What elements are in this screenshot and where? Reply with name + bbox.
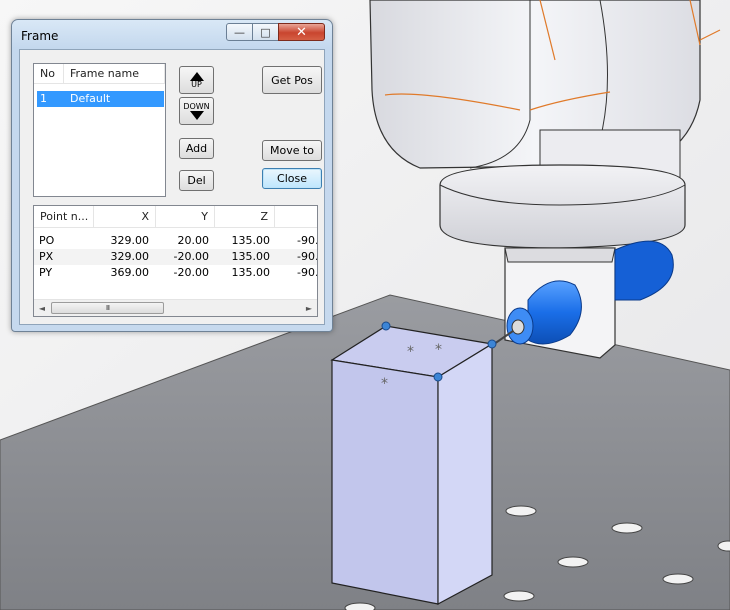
point-y: -20.00 — [173, 250, 209, 263]
column-header-frame-name[interactable]: Frame name — [64, 64, 165, 84]
column-header-point-name[interactable]: Point n... — [34, 206, 94, 228]
point-extra: -90. — [297, 266, 318, 279]
point-x: 369.00 — [110, 266, 150, 279]
frame-name: Default — [70, 92, 111, 105]
point-x: 329.00 — [110, 250, 150, 263]
move-up-button[interactable]: UP — [179, 66, 214, 94]
move-down-button[interactable]: DOWN — [179, 97, 214, 125]
point-name: PX — [39, 250, 54, 263]
point-extra: -90. — [297, 234, 318, 247]
del-button[interactable]: Del — [179, 170, 214, 191]
frame-dialog: Frame — □ ✕ No Frame name 1 Default UP D… — [11, 19, 333, 332]
maximize-button[interactable]: □ — [252, 23, 279, 41]
table-row[interactable]: PY 369.00 -20.00 135.00 -90. — [34, 265, 317, 281]
table-row[interactable]: PO 329.00 20.00 135.00 -90. — [34, 233, 317, 249]
get-pos-button[interactable]: Get Pos — [262, 66, 322, 94]
point-x: 329.00 — [110, 234, 150, 247]
point-extra: -90. — [297, 250, 318, 263]
arrow-down-icon — [189, 110, 204, 120]
list-item[interactable]: 1 Default — [37, 91, 164, 107]
column-header-y[interactable]: Y — [156, 206, 215, 228]
workpiece-block: * * * — [330, 325, 494, 606]
column-header-x[interactable]: X — [94, 206, 156, 228]
up-label: UP — [191, 79, 202, 89]
close-icon: ✕ — [296, 24, 307, 40]
point-table[interactable]: Point n... X Y Z PO 329.00 20.00 135.00 … — [33, 205, 318, 317]
frame-no: 1 — [40, 92, 47, 105]
table-row[interactable]: PX 329.00 -20.00 135.00 -90. — [34, 249, 317, 265]
point-z: 135.00 — [231, 234, 271, 247]
point-z: 135.00 — [231, 250, 271, 263]
column-header-extra[interactable] — [275, 206, 317, 228]
scroll-right-icon[interactable]: ► — [301, 300, 317, 316]
point-y: -20.00 — [173, 266, 209, 279]
frame-list[interactable]: No Frame name 1 Default — [33, 63, 166, 197]
point-name: PO — [39, 234, 55, 247]
maximize-icon: □ — [260, 25, 271, 39]
dialog-client-area: No Frame name 1 Default UP DOWN Add Del … — [19, 49, 325, 325]
close-window-button[interactable]: ✕ — [278, 23, 325, 41]
svg-text:*: * — [381, 376, 388, 392]
column-header-no[interactable]: No — [34, 64, 64, 84]
point-y: 20.00 — [177, 234, 210, 247]
horizontal-scrollbar[interactable]: ◄ III ► — [34, 299, 317, 316]
down-label: DOWN — [183, 101, 210, 111]
minimize-button[interactable]: — — [226, 23, 253, 41]
minimize-icon: — — [234, 25, 245, 39]
dialog-title: Frame — [21, 29, 59, 43]
column-header-z[interactable]: Z — [215, 206, 275, 228]
point-name: PY — [39, 266, 53, 279]
move-to-button[interactable]: Move to — [262, 140, 322, 161]
scroll-left-icon[interactable]: ◄ — [34, 300, 50, 316]
close-button[interactable]: Close — [262, 168, 322, 189]
scroll-thumb[interactable]: III — [51, 302, 164, 314]
svg-text:*: * — [435, 342, 442, 358]
add-button[interactable]: Add — [179, 138, 214, 159]
point-z: 135.00 — [231, 266, 271, 279]
svg-text:*: * — [407, 344, 414, 360]
